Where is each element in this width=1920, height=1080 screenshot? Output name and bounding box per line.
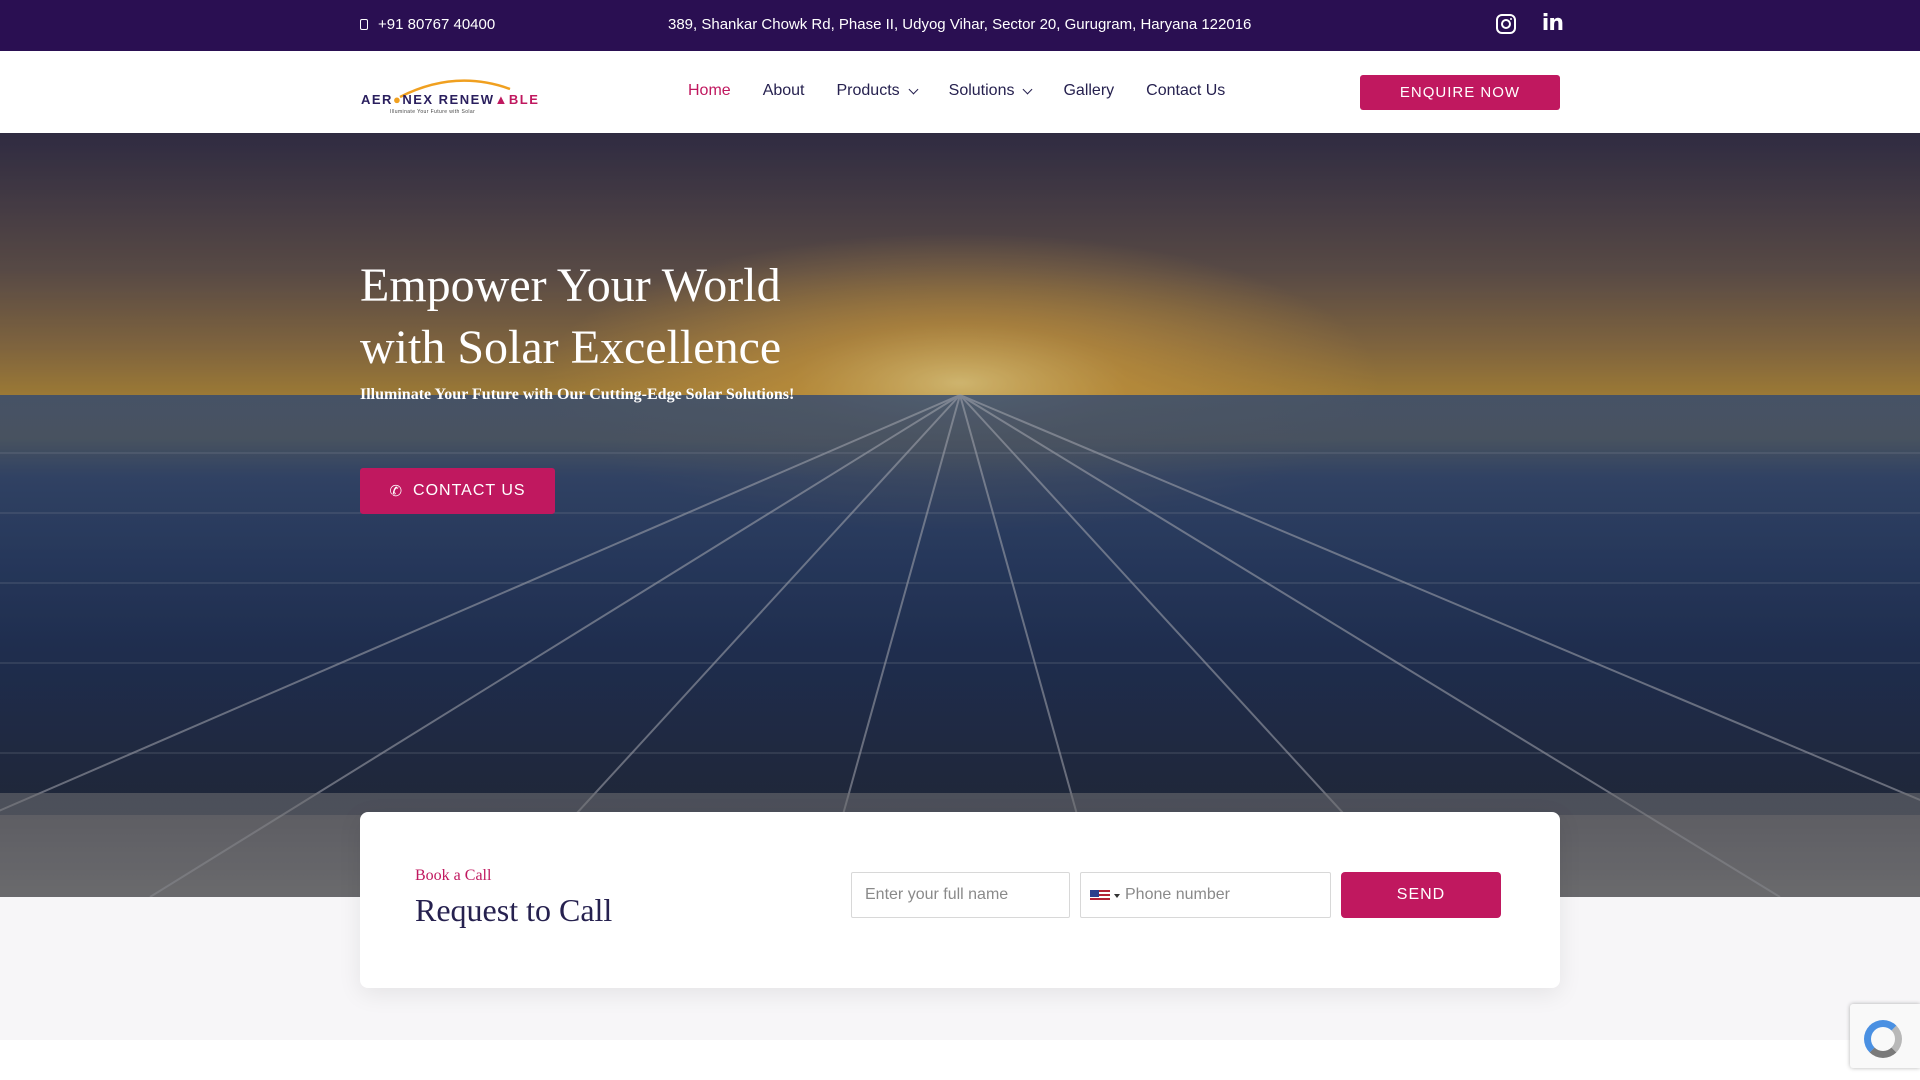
hero-banner: [0, 133, 1920, 897]
country-dropdown-caret-icon[interactable]: [1114, 894, 1120, 898]
brand-logo[interactable]: AER●NEX RENEW▲BLE Illuminate Your Future…: [360, 67, 542, 119]
nav-item-gallery[interactable]: Gallery: [1063, 82, 1114, 100]
card-eyebrow: Book a Call: [415, 867, 492, 884]
top-info-bar: +91 80767 40400 389, Shankar Chowk Rd, P…: [0, 0, 1920, 51]
card-title: Request to Call: [415, 892, 613, 928]
main-navigation: AER●NEX RENEW▲BLE Illuminate Your Future…: [0, 51, 1920, 133]
hero-title: Empower Your World with Solar Excellence: [360, 259, 782, 374]
logo-wordmark: AER●NEX RENEW▲BLE: [361, 92, 540, 107]
send-button[interactable]: SEND: [1341, 872, 1501, 918]
nav-item-about[interactable]: About: [763, 82, 805, 100]
us-flag-icon[interactable]: [1090, 890, 1110, 902]
logo-tagline: Illuminate Your Future with Solar: [390, 109, 476, 115]
nav-menu: Home About Products Solutions Gallery Co…: [688, 82, 1225, 100]
instagram-icon[interactable]: [1495, 14, 1516, 34]
nav-item-contact-us[interactable]: Contact Us: [1146, 82, 1225, 100]
topbar-phone-number[interactable]: +91 80767 40400: [378, 16, 495, 33]
phone-field: [1080, 872, 1331, 918]
phone-icon: [360, 19, 368, 30]
hero-overlay: [0, 133, 1920, 897]
contact-us-button[interactable]: ✆ CONTACT US: [360, 468, 555, 514]
linkedin-icon[interactable]: in: [1542, 13, 1564, 35]
full-name-input[interactable]: [851, 872, 1070, 918]
phone-number-input[interactable]: [1125, 873, 1325, 917]
topbar-address: 389, Shankar Chowk Rd, Phase II, Udyog V…: [668, 16, 1252, 33]
phone-call-icon: ✆: [389, 482, 404, 500]
chevron-down-icon: [1023, 84, 1033, 94]
topbar-phone[interactable]: +91 80767 40400: [360, 16, 495, 33]
chevron-down-icon: [908, 84, 919, 94]
enquire-now-button[interactable]: ENQUIRE NOW: [1360, 75, 1560, 110]
nav-item-products[interactable]: Products: [837, 82, 919, 100]
request-call-card: Book a Call Request to Call SEND: [360, 812, 1560, 988]
recaptcha-badge[interactable]: [1850, 1004, 1920, 1068]
nav-item-solutions[interactable]: Solutions: [949, 82, 1033, 100]
recaptcha-icon: [1864, 1020, 1902, 1058]
social-links: in: [1495, 13, 1564, 35]
hero-subtitle: Illuminate Your Future with Our Cutting-…: [360, 386, 795, 403]
nav-item-home[interactable]: Home: [688, 82, 731, 100]
